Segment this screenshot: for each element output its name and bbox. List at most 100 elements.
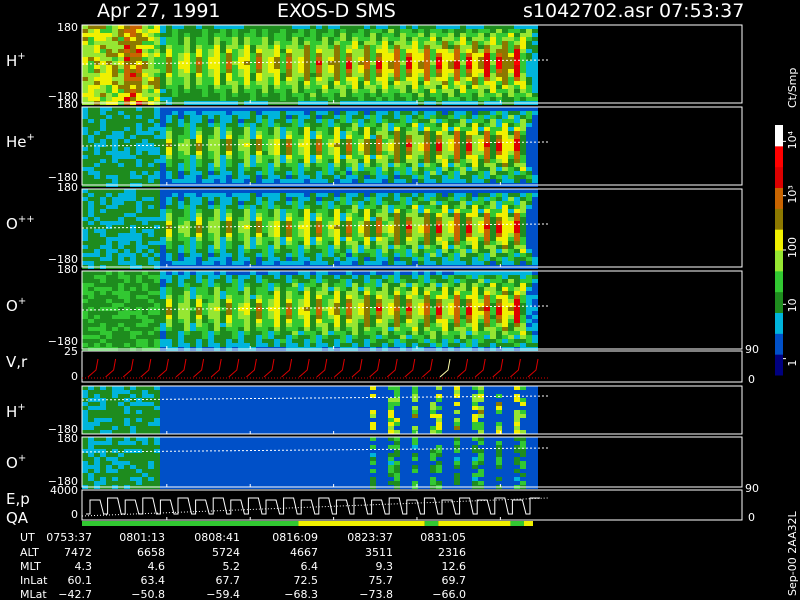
heatmap-cell [454, 189, 460, 193]
heatmap-cell [478, 249, 484, 253]
heatmap-cell [136, 303, 142, 307]
heatmap-cell [154, 119, 160, 123]
heatmap-cell [418, 111, 424, 115]
heatmap-cell [400, 93, 406, 97]
heatmap-cell [94, 85, 100, 89]
heatmap-cell [256, 205, 262, 209]
heatmap-cell [412, 197, 418, 201]
heatmap-cell [376, 115, 382, 119]
heatmap-cell [358, 179, 364, 183]
heatmap-cell [334, 45, 340, 49]
heatmap-cell [400, 163, 406, 167]
heatmap-cell [88, 303, 94, 307]
heatmap-cell [118, 167, 124, 171]
heatmap-cell [196, 127, 202, 131]
heatmap-cell [430, 201, 436, 205]
heatmap-cell [268, 81, 274, 85]
heatmap-cell [184, 249, 190, 253]
heatmap-cell [394, 53, 400, 57]
heatmap-cell [130, 205, 136, 209]
heatmap-cell [334, 179, 340, 183]
heatmap-cell [520, 33, 526, 37]
heatmap-cell [214, 171, 220, 175]
heatmap-cell [142, 197, 148, 201]
heatmap-cell [178, 261, 184, 265]
heatmap-cell [412, 57, 418, 61]
heatmap-cell [184, 339, 190, 343]
heatmap-cell [262, 237, 268, 241]
heatmap-cell [412, 45, 418, 49]
heatmap-cell [142, 111, 148, 115]
heatmap-cell [352, 201, 358, 205]
heatmap-cell [352, 33, 358, 37]
heatmap-cell [268, 201, 274, 205]
heatmap-cell [526, 261, 532, 265]
heatmap-cell [88, 85, 94, 89]
heatmap-cell [148, 135, 154, 139]
heatmap-cell [166, 45, 172, 49]
heatmap-cell [262, 111, 268, 115]
heatmap-cell [370, 217, 376, 221]
heatmap-cell [124, 331, 130, 335]
heatmap-cell [166, 29, 172, 33]
heatmap-cell [100, 25, 106, 29]
heatmap-cell [82, 115, 88, 119]
heatmap-cell [334, 29, 340, 33]
heatmap-cell [448, 73, 454, 77]
heatmap-cell [484, 163, 490, 167]
heatmap-cell [406, 217, 412, 221]
heatmap-cell [466, 167, 472, 171]
heatmap-cell [514, 225, 520, 229]
heatmap-cell [406, 131, 412, 135]
heatmap-cell [256, 221, 262, 225]
heatmap-cell [310, 135, 316, 139]
heatmap-cell [130, 147, 136, 151]
heatmap-cell [334, 229, 340, 233]
heatmap-cell [196, 327, 202, 331]
heatmap-cell [142, 311, 148, 315]
heatmap-cell [490, 257, 496, 261]
heatmap-cell [418, 237, 424, 241]
heatmap-cell [448, 65, 454, 69]
heatmap-cell [274, 175, 280, 179]
heatmap-cell [166, 81, 172, 85]
heatmap-cell [316, 139, 322, 143]
heatmap-cell [256, 193, 262, 197]
heatmap-cell [100, 49, 106, 53]
heatmap-cell [154, 303, 160, 307]
heatmap-cell [160, 279, 166, 283]
heatmap-cell [214, 221, 220, 225]
heatmap-cell [88, 49, 94, 53]
heatmap-cell [94, 131, 100, 135]
heatmap-cell [166, 283, 172, 287]
heatmap-cell [100, 171, 106, 175]
heatmap-cell [418, 107, 424, 111]
heatmap-cell [322, 205, 328, 209]
heatmap-cell [172, 229, 178, 233]
heatmap-cell [184, 291, 190, 295]
heatmap-cell [262, 245, 268, 249]
heatmap-cell [406, 241, 412, 245]
heatmap-cell [280, 241, 286, 245]
heatmap-cell [298, 237, 304, 241]
heatmap-cell [430, 139, 436, 143]
heatmap-cell [250, 97, 256, 101]
heatmap-cell [148, 115, 154, 119]
heatmap-cell [268, 69, 274, 73]
heatmap-cell [88, 261, 94, 265]
heatmap-cell [466, 253, 472, 257]
heatmap-cell [526, 163, 532, 167]
heatmap-cell [448, 209, 454, 213]
heatmap-cell [280, 77, 286, 81]
heatmap-cell [310, 241, 316, 245]
heatmap-cell [502, 209, 508, 213]
heatmap-cell [232, 175, 238, 179]
heatmap-cell [190, 253, 196, 257]
heatmap-cell [172, 299, 178, 303]
heatmap-cell [208, 299, 214, 303]
heatmap-cell [142, 49, 148, 53]
heatmap-cell [424, 209, 430, 213]
heatmap-cell [130, 167, 136, 171]
heatmap-cell [490, 233, 496, 237]
heatmap-cell [88, 229, 94, 233]
